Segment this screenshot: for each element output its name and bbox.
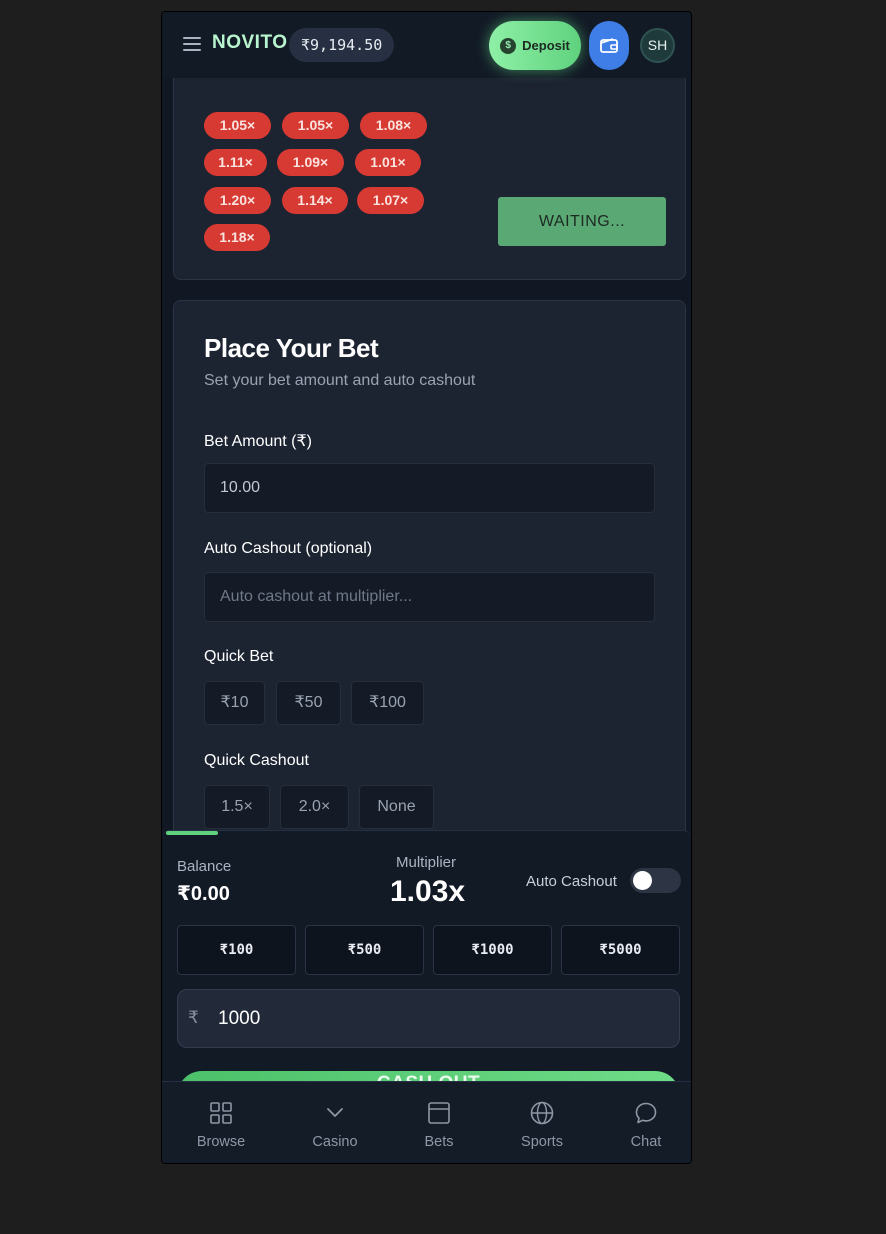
history-chip: 1.05× [282, 112, 349, 139]
round-progress-bar [166, 831, 218, 835]
app-window: 1.05× 1.05× 1.08× 1.11× 1.09× 1.01× 1.20… [161, 11, 692, 1164]
nav-label: Chat [630, 1134, 662, 1150]
history-chip: 1.05× [204, 112, 271, 139]
globe-icon [530, 1101, 554, 1125]
nav-item-chat[interactable]: Chat [593, 1082, 691, 1163]
preset-amount-button[interactable]: ₹500 [305, 925, 424, 975]
multiplier-value: 1.03x [390, 875, 466, 908]
history-chip: 1.20× [204, 187, 271, 214]
chat-icon [635, 1102, 657, 1124]
bet-card-title: Place Your Bet [204, 333, 379, 363]
auto-cashout-label: Auto Cashout (optional) [204, 540, 373, 557]
top-header: NOVITO ₹9,194.50 $ Deposit SH [162, 12, 691, 78]
bet-amount-value: 1000 [218, 1008, 261, 1029]
quick-cashout-label: Quick Cashout [204, 752, 309, 769]
multiplier-label: Multiplier [396, 854, 457, 871]
quick-bet-button[interactable]: ₹100 [351, 681, 424, 725]
rupee-icon: ₹ [188, 1008, 199, 1027]
panel-balance-value: ₹0.00 [177, 883, 230, 905]
quick-cashout-button[interactable]: 1.5× [204, 785, 270, 829]
menu-icon[interactable] [183, 37, 201, 51]
nav-label: Bets [424, 1134, 454, 1150]
waiting-button[interactable]: WAITING... [498, 197, 666, 246]
deposit-label: Deposit [522, 38, 570, 53]
nav-item-casino[interactable]: Casino [282, 1082, 388, 1163]
history-chip: 1.01× [355, 149, 421, 176]
panel-balance-label: Balance [177, 858, 232, 875]
history-chip: 1.07× [357, 187, 424, 214]
round-history-card: 1.05× 1.05× 1.08× 1.11× 1.09× 1.01× 1.20… [173, 52, 686, 280]
dollar-icon: $ [500, 37, 517, 54]
header-balance: ₹9,194.50 [289, 28, 395, 62]
history-chip: 1.11× [204, 149, 267, 176]
quick-bet-button[interactable]: ₹10 [204, 681, 265, 725]
nav-label: Casino [312, 1134, 358, 1150]
nav-label: Sports [521, 1134, 563, 1150]
auto-cashout-toggle[interactable] [630, 868, 681, 893]
nav-label: Browse [196, 1134, 246, 1150]
preset-amount-button[interactable]: ₹5000 [561, 925, 680, 975]
quick-bet-label: Quick Bet [204, 648, 274, 665]
place-bet-card: Place Your Bet Set your bet amount and a… [173, 300, 686, 860]
bottom-nav: Browse Casino Bets Sports Chat [162, 1081, 691, 1163]
history-chip: 1.18× [204, 224, 270, 251]
auto-cashout-input[interactable]: Auto cashout at multiplier... [204, 572, 655, 622]
preset-amount-button[interactable]: ₹100 [177, 925, 296, 975]
quick-cashout-button[interactable]: None [359, 785, 434, 829]
history-chip: 1.14× [282, 187, 348, 214]
deposit-button[interactable]: $ Deposit [489, 21, 581, 70]
chevron-down-icon [327, 1108, 343, 1117]
quick-cashout-button[interactable]: 2.0× [280, 785, 349, 829]
auto-cashout-toggle-label: Auto Cashout [526, 873, 617, 890]
bet-card-subtitle: Set your bet amount and auto cashout [204, 372, 476, 389]
bet-amount-input[interactable]: 10.00 [204, 463, 655, 513]
wallet-icon [600, 37, 618, 53]
nav-item-sports[interactable]: Sports [489, 1082, 595, 1163]
history-chip: 1.08× [360, 112, 427, 139]
wallet-button[interactable] [589, 21, 629, 70]
bet-panel: Balance ₹0.00 Multiplier 1.03x Auto Cash… [162, 830, 691, 1121]
grid-icon [210, 1102, 232, 1124]
nav-item-browse[interactable]: Browse [168, 1082, 274, 1163]
bet-amount-field[interactable]: ₹ 1000 [177, 989, 680, 1048]
brand-logo[interactable]: NOVITO [212, 32, 288, 54]
nav-item-bets[interactable]: Bets [386, 1082, 492, 1163]
avatar[interactable]: SH [640, 28, 675, 63]
card-icon [428, 1102, 450, 1124]
preset-amount-button[interactable]: ₹1000 [433, 925, 552, 975]
bet-amount-label: Bet Amount (₹) [204, 433, 312, 450]
toggle-knob [633, 871, 652, 890]
history-chip: 1.09× [277, 149, 344, 176]
quick-bet-button[interactable]: ₹50 [276, 681, 341, 725]
